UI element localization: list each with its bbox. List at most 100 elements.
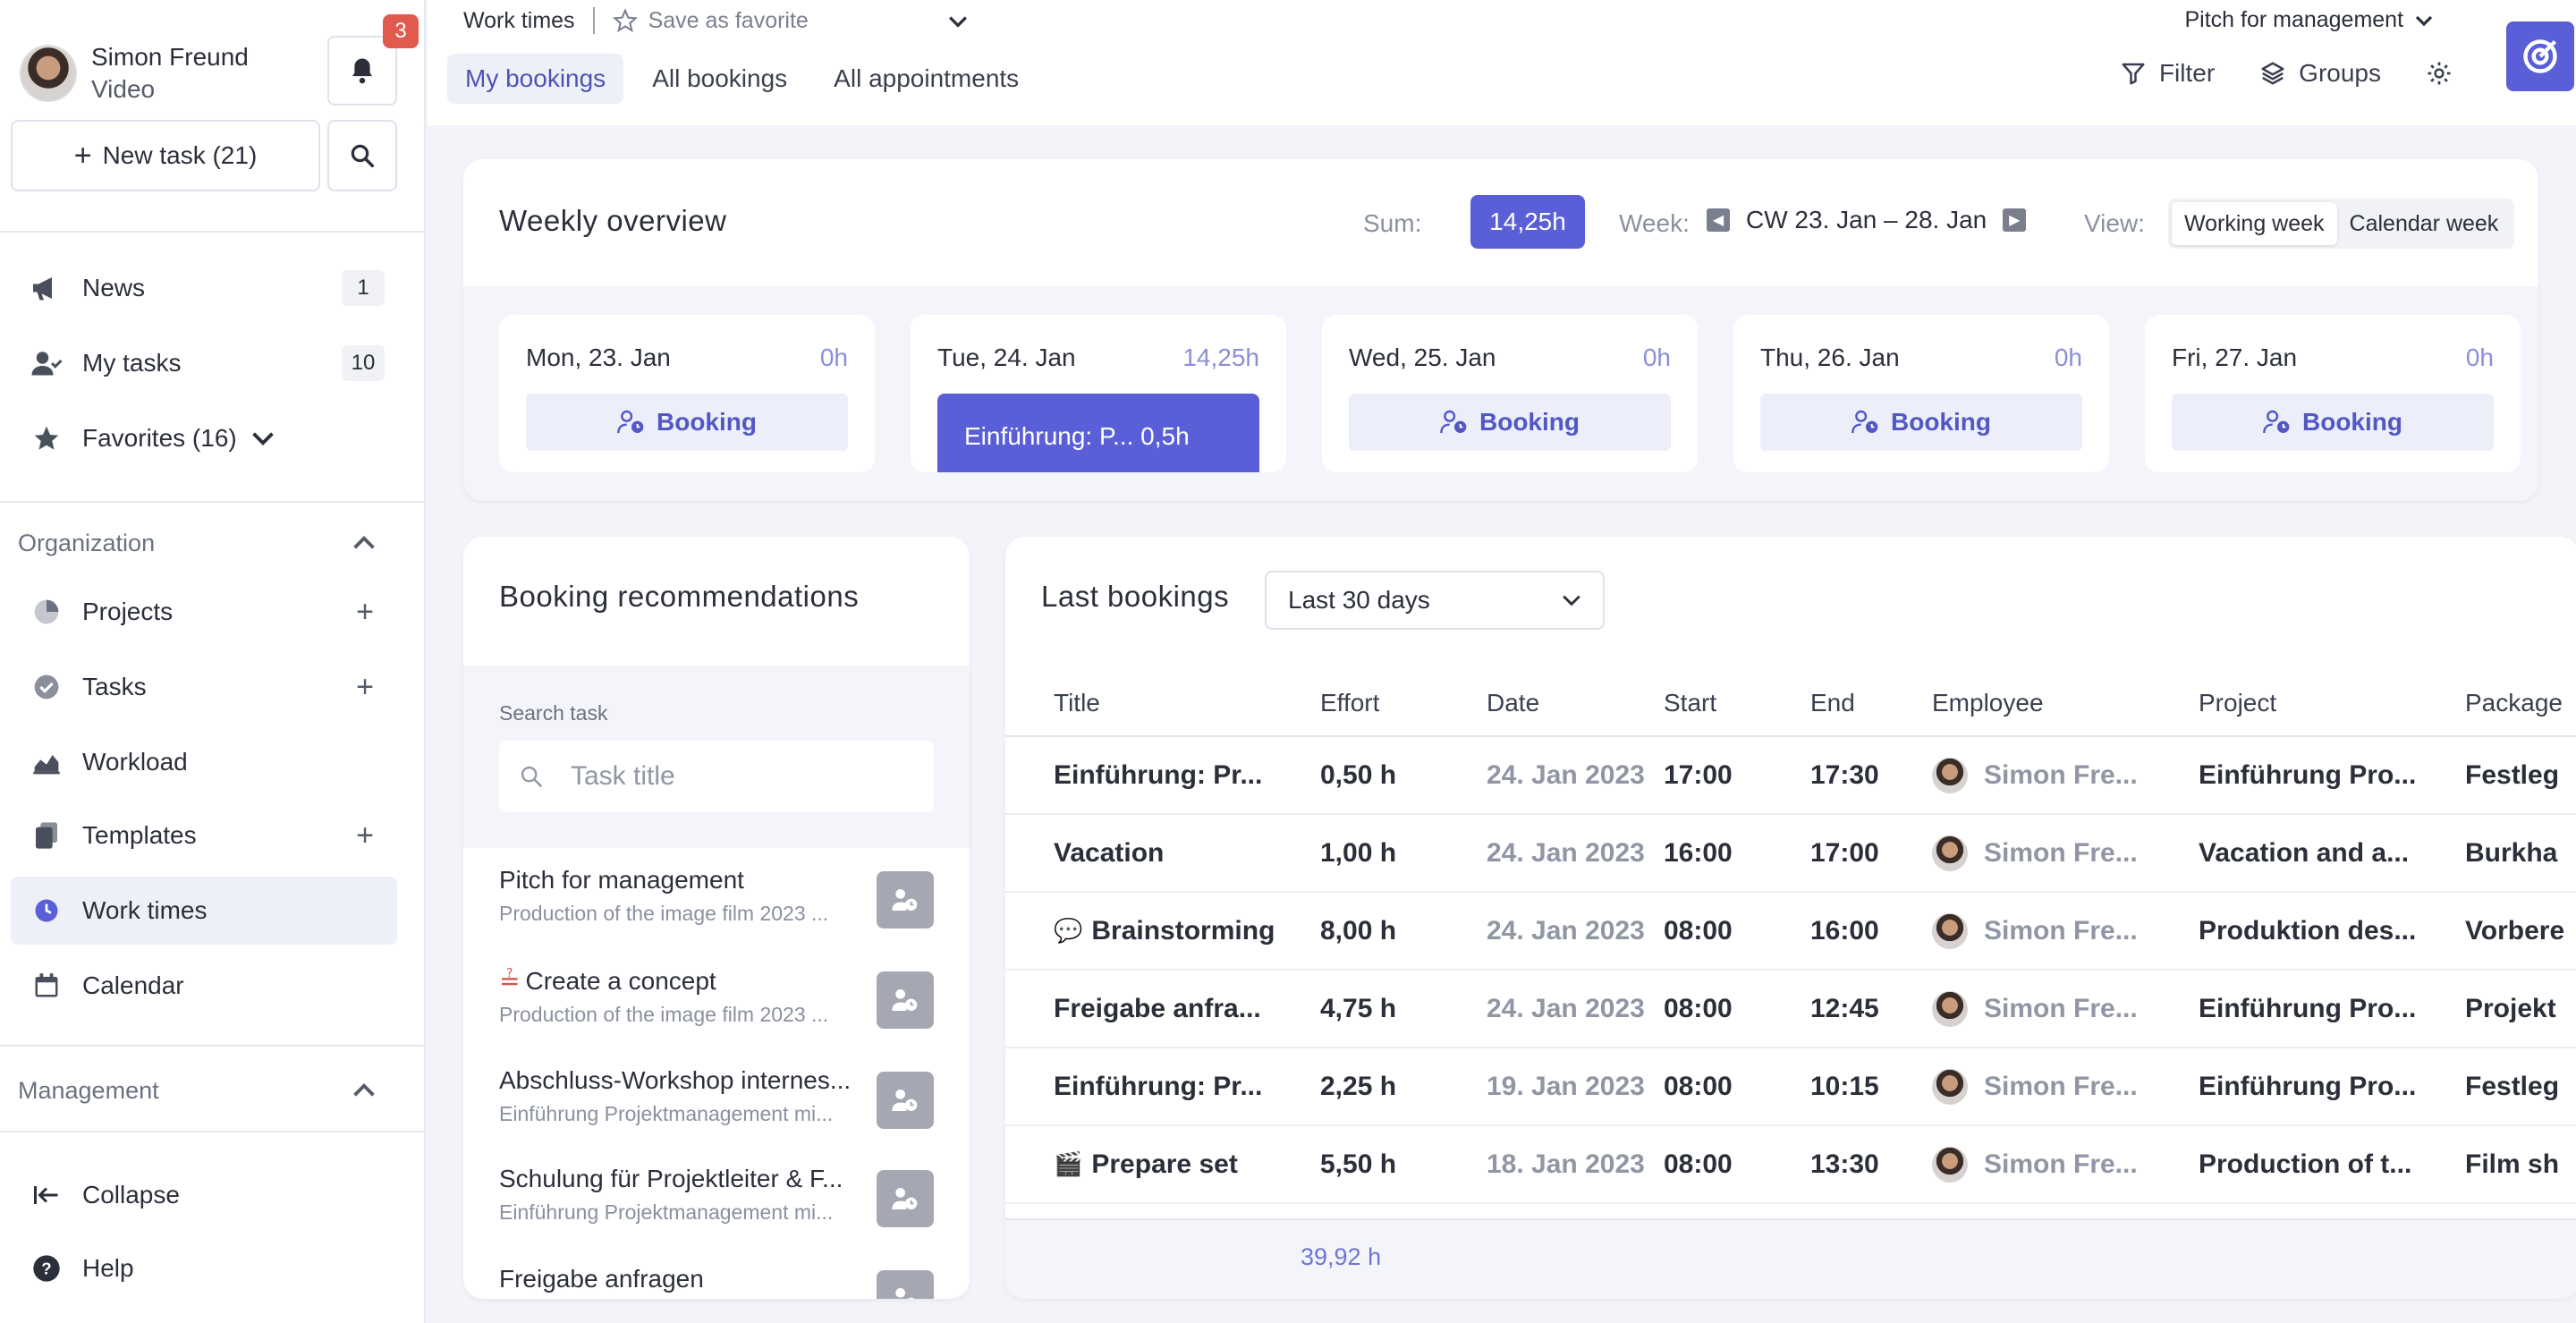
recommendation-item[interactable]: Pitch for management Production of the i… [499,866,934,955]
column-header-project[interactable]: Project [2199,671,2276,735]
column-header-start[interactable]: Start [1664,671,1716,735]
sidebar-item-projects[interactable]: Projects + [11,578,397,646]
sidebar-item-workload[interactable]: Workload [11,728,397,796]
cell-effort: 5,50 h [1320,1149,1397,1179]
recommendation-item[interactable]: Freigabe anfragen [499,1265,934,1299]
add-project-button[interactable]: + [356,595,374,630]
cell-package: Festleg [2465,759,2560,790]
sidebar-item-favorites[interactable]: Favorites (16) [11,404,397,472]
table-row[interactable]: Vacation 1,00 h 24. Jan 2023 16:00 17:00… [1005,815,2576,893]
brand-logo[interactable] [2506,21,2574,91]
table-row[interactable]: Einführung: Pr... 2,25 h 19. Jan 2023 08… [1005,1048,2576,1126]
last-bookings-title: Last bookings [1041,580,1230,613]
groups-button[interactable]: Groups [2259,59,2381,88]
cell-start: 08:00 [1664,1071,1733,1101]
column-header-end[interactable]: End [1810,671,1855,735]
sidebar-collapse-button[interactable]: Collapse [11,1161,397,1229]
user-profile[interactable]: Simon Freund Video [20,41,249,106]
add-booking-button[interactable]: Booking [1349,394,1671,451]
cell-project: Einführung Pro... [2199,1071,2417,1101]
working-week-option[interactable]: Working week [2172,202,2337,245]
task-search-input[interactable]: Task title [499,741,934,812]
saved-view-dropdown[interactable]: Pitch for management [2184,7,2433,33]
save-favorite-button[interactable]: Save as favorite [612,8,809,34]
booking-entry[interactable]: Einführung: P... 0,5h [937,394,1259,472]
cell-package: Projekt [2465,993,2556,1023]
chevron-up-icon[interactable] [352,530,376,557]
table-row[interactable]: Freigabe anfra... 4,75 h 24. Jan 2023 08… [1005,971,2576,1048]
cell-end: 12:45 [1810,993,1879,1023]
settings-button[interactable] [2426,60,2465,87]
day-card: Tue, 24. Jan 14,25h Einführung: P... 0,5h [911,315,1286,472]
table-row[interactable]: Einführung: Pr... 0,50 h 24. Jan 2023 17… [1005,737,2576,815]
help-button[interactable]: ? Help [11,1234,397,1302]
add-task-button[interactable]: + [356,670,374,705]
sidebar-item-news[interactable]: News 1 [11,254,397,322]
help-icon: ? [29,1254,64,1283]
calendar-week-option[interactable]: Calendar week [2337,202,2512,245]
tab-all-bookings[interactable]: All bookings [634,54,805,104]
chevron-down-icon[interactable] [948,8,968,34]
new-task-button[interactable]: + New task (21) [11,120,320,191]
notification-count-badge: 3 [383,14,419,48]
total-effort: 39,92 h [1301,1243,1382,1270]
add-booking-button[interactable]: Booking [2172,394,2494,451]
avatar [1932,1146,1968,1183]
chevron-down-icon[interactable] [251,424,275,453]
cell-employee: Simon Fre... [1932,893,2182,969]
last-bookings-card: Last bookings Last 30 days Title Effort … [1005,537,2576,1299]
sidebar-item-work-times[interactable]: Work times [11,877,397,945]
chevron-up-icon[interactable] [352,1077,376,1105]
cell-start: 08:00 [1664,1149,1733,1179]
recommendation-item[interactable]: ≟ Create a concept Production of the imag… [499,966,934,1056]
weekly-overview-card: Weekly overview Sum: 14,25h Week: ◀ CW 2… [463,159,2538,501]
tab-all-appointments[interactable]: All appointments [816,54,1037,104]
clock-icon [29,897,64,924]
column-header-package[interactable]: Package [2465,671,2563,735]
global-search-button[interactable] [327,120,397,191]
sidebar-item-templates[interactable]: Templates + [11,801,397,869]
day-date: Fri, 27. Jan [2172,343,2298,371]
cell-package: Vorbere [2465,915,2565,946]
column-header-employee[interactable]: Employee [1932,671,2044,735]
book-recommendation-button[interactable] [877,971,934,1029]
column-header-title[interactable]: Title [1054,671,1100,735]
next-week-button[interactable]: ▶ [2003,208,2027,232]
sidebar-item-label: Tasks [82,673,147,700]
cell-title: 🎬 Prepare set [1054,1149,1238,1179]
previous-week-button[interactable]: ◀ [1707,208,1730,232]
add-template-button[interactable]: + [356,818,374,853]
filter-button[interactable]: Filter [2120,59,2215,88]
cell-end: 10:15 [1810,1071,1879,1101]
column-header-date[interactable]: Date [1487,671,1539,735]
day-hours: 0h [1642,343,1671,371]
table-row[interactable]: 💬 Brainstorming 8,00 h 24. Jan 2023 08:00… [1005,893,2576,971]
cell-date: 24. Jan 2023 [1487,837,1645,868]
week-range-label: CW 23. Jan – 28. Jan [1746,206,1987,233]
cell-employee: Simon Fre... [1932,815,2182,891]
sidebar-item-my-tasks[interactable]: My tasks 10 [11,329,397,397]
book-recommendation-button[interactable] [877,1072,934,1129]
recommendation-item[interactable]: Abschluss-Workshop internes... Einführun… [499,1066,934,1156]
sidebar-item-calendar[interactable]: Calendar [11,952,397,1020]
user-clock-icon [892,1090,918,1111]
book-recommendation-button[interactable] [877,1170,934,1227]
avatar [1932,912,1968,949]
date-range-select[interactable]: Last 30 days [1265,571,1605,630]
avatar [1932,835,1968,871]
add-booking-button[interactable]: Booking [1760,394,2082,451]
divider [0,1045,426,1047]
book-recommendation-button[interactable] [877,871,934,929]
column-header-effort[interactable]: Effort [1320,671,1379,735]
management-section-header[interactable]: Management [18,1077,376,1105]
avatar [1932,757,1968,793]
recommendation-item[interactable]: Schulung für Projektleiter & F... Einfüh… [499,1165,934,1254]
table-row[interactable]: 🎬 Prepare set 5,50 h 18. Jan 2023 08:00 1… [1005,1126,2576,1204]
tab-my-bookings[interactable]: My bookings [447,54,624,104]
organization-section-header[interactable]: Organization [18,530,376,557]
sidebar-item-tasks[interactable]: Tasks + [11,653,397,721]
add-booking-button[interactable]: Booking [526,394,848,451]
toolbar: Filter Groups [2075,59,2465,88]
user-role: Video [91,75,156,103]
book-recommendation-button[interactable] [877,1270,934,1299]
